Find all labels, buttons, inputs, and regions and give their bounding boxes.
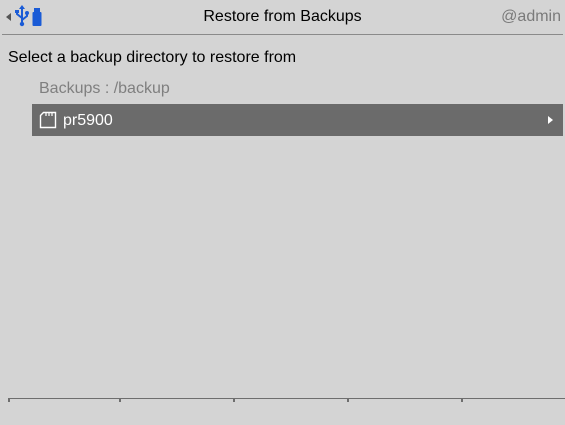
softkey-separator: [119, 398, 121, 402]
softkey-separator: [8, 398, 10, 402]
chevron-right-icon: [548, 116, 553, 124]
title-divider: [2, 34, 563, 35]
title-bar: Restore from Backups @admin: [0, 0, 565, 35]
backup-path-label: Backups : /backup: [39, 80, 170, 97]
page-title: Restore from Backups: [203, 8, 362, 25]
softkey-separator: [233, 398, 235, 402]
list-item[interactable]: pr5900: [32, 104, 563, 136]
instruction-text: Select a backup directory to restore fro…: [8, 49, 297, 66]
list-item-label: pr5900: [63, 112, 113, 129]
softkey-divider: [8, 398, 565, 399]
softkey-separator: [347, 398, 349, 402]
folder-icon: [39, 111, 57, 129]
softkey-bar: [8, 398, 565, 425]
user-label: @admin: [501, 8, 561, 25]
softkey-separator: [461, 398, 463, 402]
